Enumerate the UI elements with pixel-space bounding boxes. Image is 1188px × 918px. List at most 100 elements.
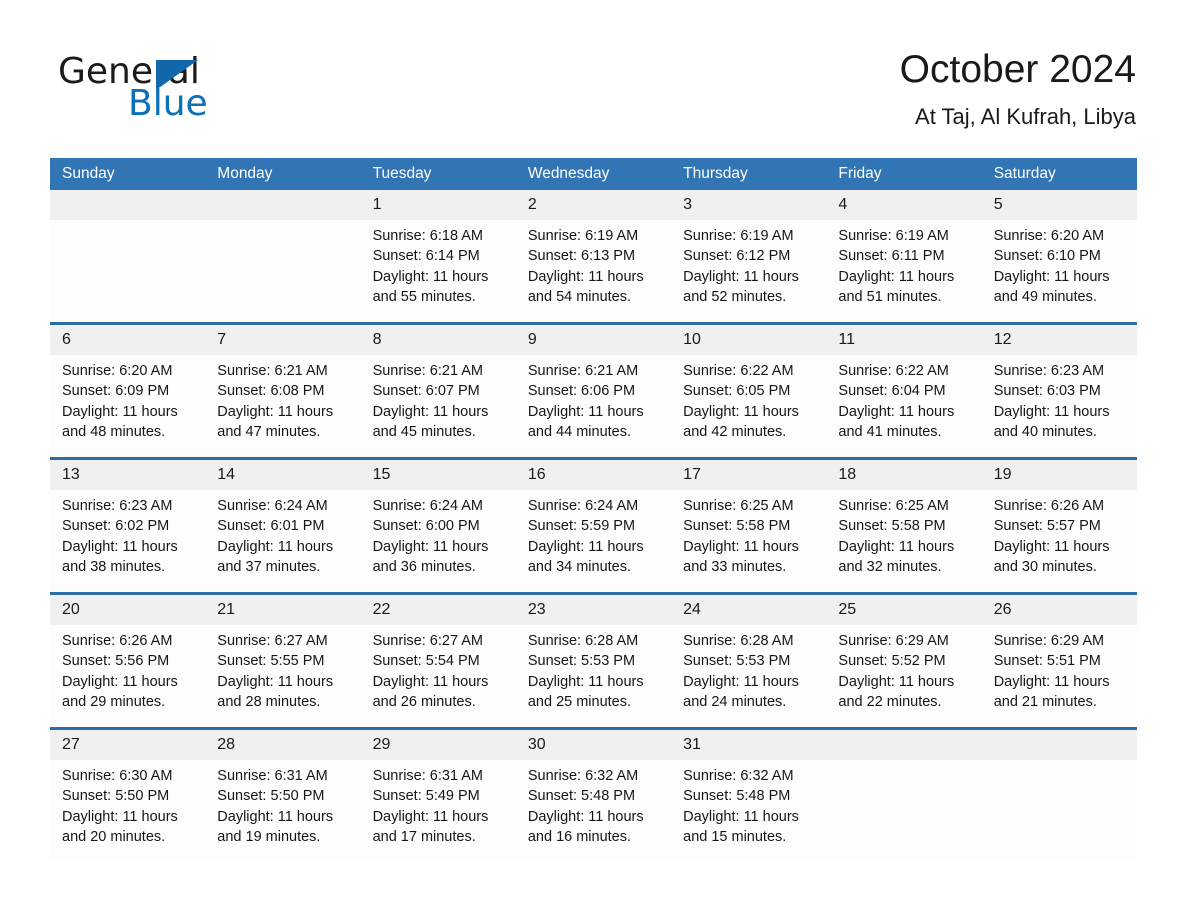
daylight-text-line1: Daylight: 11 hours [217,538,334,555]
day-cell[interactable]: 3 Sunrise: 6:19 AM Sunset: 6:12 PM Dayli… [671,190,827,322]
day-number: 2 [515,190,672,220]
daylight-text-line1: Daylight: 11 hours [683,808,799,825]
day-cell[interactable]: 30 Sunrise: 6:32 AM Sunset: 5:48 PM Dayl… [515,730,672,860]
weekday-header-friday: Friday [838,165,882,182]
daylight-text-line1: Daylight: 11 hours [838,538,955,555]
day-cell[interactable]: 14 Sunrise: 6:24 AM Sunset: 6:01 PM Dayl… [205,460,361,592]
day-number: 19 [981,460,1137,490]
sunrise-text: Sunrise: 6:23 AM [62,498,173,514]
daylight-text-line2: and 32 minutes. [838,559,942,576]
daylight-text-line2: and 55 minutes. [372,289,476,306]
day-number: 3 [671,190,827,220]
day-cell[interactable]: 1 Sunrise: 6:18 AM Sunset: 6:14 PM Dayli… [360,190,516,322]
day-cell[interactable]: 28 Sunrise: 6:31 AM Sunset: 5:50 PM Dayl… [205,730,361,860]
sunrise-text: Sunrise: 6:32 AM [683,768,794,784]
day-number: 11 [826,325,982,355]
day-cell-empty [981,730,1137,860]
day-cell[interactable]: 26 Sunrise: 6:29 AM Sunset: 5:51 PM Dayl… [981,595,1137,727]
day-cell[interactable]: 9 Sunrise: 6:21 AM Sunset: 6:06 PM Dayli… [515,325,672,457]
sunset-text: Sunset: 6:09 PM [62,383,170,400]
daylight-text-line2: and 37 minutes. [217,559,321,576]
day-cell[interactable]: 16 Sunrise: 6:24 AM Sunset: 5:59 PM Dayl… [515,460,672,592]
daylight-text-line2: and 30 minutes. [993,559,1097,576]
day-cell[interactable]: 27 Sunrise: 6:30 AM Sunset: 5:50 PM Dayl… [50,730,206,860]
day-cell[interactable]: 8 Sunrise: 6:21 AM Sunset: 6:07 PM Dayli… [360,325,516,457]
day-cell[interactable]: 4 Sunrise: 6:19 AM Sunset: 6:11 PM Dayli… [826,190,982,322]
day-cell[interactable]: 29 Sunrise: 6:31 AM Sunset: 5:49 PM Dayl… [360,730,516,860]
day-cell[interactable]: 21 Sunrise: 6:27 AM Sunset: 5:55 PM Dayl… [205,595,361,727]
weekday-header-monday: Monday [217,165,273,182]
sunrise-text: Sunrise: 6:21 AM [217,363,328,379]
sunset-text: Sunset: 5:59 PM [527,518,636,535]
day-cell[interactable]: 24 Sunrise: 6:28 AM Sunset: 5:53 PM Dayl… [671,595,827,727]
logo-text-blue: Blue [128,83,208,124]
sunrise-text: Sunrise: 6:18 AM [372,228,483,244]
day-details: Sunrise: 6:27 AM Sunset: 5:55 PM Dayligh… [205,625,360,713]
sunrise-text: Sunrise: 6:21 AM [527,363,639,379]
daylight-text-line1: Daylight: 11 hours [838,673,955,690]
day-details: Sunrise: 6:31 AM Sunset: 5:50 PM Dayligh… [205,760,360,848]
day-number: 9 [515,325,672,355]
daylight-text-line1: Daylight: 11 hours [683,673,799,690]
day-number: 12 [981,325,1137,355]
day-details: Sunrise: 6:25 AM Sunset: 5:58 PM Dayligh… [826,490,981,578]
day-number: 13 [50,460,206,490]
day-cell[interactable]: 2 Sunrise: 6:19 AM Sunset: 6:13 PM Dayli… [515,190,672,322]
day-cell[interactable]: 25 Sunrise: 6:29 AM Sunset: 5:52 PM Dayl… [826,595,982,727]
weekday-header-tuesday: Tuesday [372,165,432,182]
day-details: Sunrise: 6:32 AM Sunset: 5:48 PM Dayligh… [671,760,826,848]
daylight-text-line2: and 52 minutes. [683,289,787,306]
day-cell[interactable]: 13 Sunrise: 6:23 AM Sunset: 6:02 PM Dayl… [50,460,206,592]
sunset-text: Sunset: 5:48 PM [527,788,636,805]
sunrise-text: Sunrise: 6:24 AM [527,498,639,514]
day-cell[interactable]: 7 Sunrise: 6:21 AM Sunset: 6:08 PM Dayli… [205,325,361,457]
day-cell[interactable]: 11 Sunrise: 6:22 AM Sunset: 6:04 PM Dayl… [826,325,982,457]
calendar-grid: Sunday Monday Tuesday Wednesday Thursday… [50,158,1137,860]
sunrise-text: Sunrise: 6:22 AM [838,363,949,379]
daylight-text-line2: and 17 minutes. [372,829,476,846]
day-cell[interactable]: 10 Sunrise: 6:22 AM Sunset: 6:05 PM Dayl… [671,325,827,457]
day-details: Sunrise: 6:18 AM Sunset: 6:14 PM Dayligh… [361,220,516,308]
day-details: Sunrise: 6:21 AM Sunset: 6:07 PM Dayligh… [361,355,516,443]
day-cell[interactable]: 23 Sunrise: 6:28 AM Sunset: 5:53 PM Dayl… [515,595,672,727]
daylight-text-line1: Daylight: 11 hours [372,673,489,690]
daylight-text-line2: and 42 minutes. [683,424,787,441]
day-details: Sunrise: 6:19 AM Sunset: 6:12 PM Dayligh… [671,220,826,308]
day-cell[interactable]: 20 Sunrise: 6:26 AM Sunset: 5:56 PM Dayl… [50,595,206,727]
calendar-page: General Blue October 2024 At Taj, Al Kuf… [0,0,1188,918]
day-details: Sunrise: 6:21 AM Sunset: 6:08 PM Dayligh… [205,355,360,443]
day-cell[interactable]: 12 Sunrise: 6:23 AM Sunset: 6:03 PM Dayl… [981,325,1137,457]
day-details: Sunrise: 6:20 AM Sunset: 6:10 PM Dayligh… [982,220,1137,308]
day-number: 5 [981,190,1137,220]
day-cell[interactable]: 15 Sunrise: 6:24 AM Sunset: 6:00 PM Dayl… [360,460,516,592]
week-row: 20 Sunrise: 6:26 AM Sunset: 5:56 PM Dayl… [50,592,1137,727]
sunset-text: Sunset: 6:01 PM [217,518,325,535]
page-header: General Blue October 2024 At Taj, Al Kuf… [0,0,1188,150]
sunset-text: Sunset: 6:14 PM [372,248,480,265]
sunset-text: Sunset: 6:05 PM [683,383,791,400]
sunrise-text: Sunrise: 6:31 AM [217,768,328,784]
day-details [826,760,981,766]
daylight-text-line2: and 41 minutes. [838,424,942,441]
day-cell[interactable]: 6 Sunrise: 6:20 AM Sunset: 6:09 PM Dayli… [50,325,206,457]
daylight-text-line1: Daylight: 11 hours [527,538,644,555]
day-details: Sunrise: 6:28 AM Sunset: 5:53 PM Dayligh… [516,625,671,713]
day-cell[interactable]: 18 Sunrise: 6:25 AM Sunset: 5:58 PM Dayl… [826,460,982,592]
sunrise-text: Sunrise: 6:21 AM [372,363,483,379]
day-details: Sunrise: 6:24 AM Sunset: 6:01 PM Dayligh… [205,490,360,578]
day-details: Sunrise: 6:27 AM Sunset: 5:54 PM Dayligh… [361,625,516,713]
weekday-header-saturday: Saturday [993,165,1056,182]
day-cell[interactable]: 17 Sunrise: 6:25 AM Sunset: 5:58 PM Dayl… [671,460,827,592]
sunset-text: Sunset: 6:13 PM [527,248,636,265]
daylight-text-line1: Daylight: 11 hours [62,403,178,420]
day-number: 22 [360,595,516,625]
day-cell[interactable]: 5 Sunrise: 6:20 AM Sunset: 6:10 PM Dayli… [981,190,1137,322]
day-number: 26 [981,595,1137,625]
day-details: Sunrise: 6:32 AM Sunset: 5:48 PM Dayligh… [516,760,671,848]
sunset-text: Sunset: 5:49 PM [372,788,480,805]
day-cell[interactable]: 19 Sunrise: 6:26 AM Sunset: 5:57 PM Dayl… [981,460,1137,592]
day-cell[interactable]: 31 Sunrise: 6:32 AM Sunset: 5:48 PM Dayl… [671,730,827,860]
daylight-text-line2: and 40 minutes. [993,424,1097,441]
day-number: 24 [671,595,827,625]
day-cell[interactable]: 22 Sunrise: 6:27 AM Sunset: 5:54 PM Dayl… [360,595,516,727]
